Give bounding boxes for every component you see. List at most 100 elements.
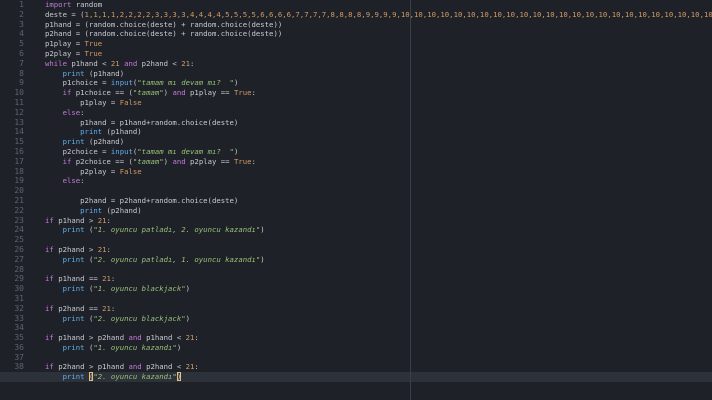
code-line[interactable]: if p1choice == ("tamam") and p1play == T… — [45, 88, 712, 98]
column-ruler — [410, 0, 411, 400]
code-line[interactable]: else: — [45, 176, 712, 186]
line-number: 13 — [14, 117, 24, 127]
code-line[interactable]: else: — [45, 108, 712, 118]
code-line[interactable]: import random — [45, 0, 712, 10]
code-token: 21 — [97, 215, 107, 225]
code-token: p1choice == ( — [71, 88, 133, 98]
line-number: 29 — [14, 274, 24, 284]
code-token: : — [106, 244, 111, 254]
line-number: 21 — [14, 195, 24, 205]
code-line[interactable]: p1hand = (random.choice(deste) + random.… — [45, 20, 712, 30]
code-line[interactable]: print (p2hand) — [45, 137, 712, 147]
line-number: 31 — [14, 293, 24, 303]
code-line[interactable]: print ("1. oyuncu patladı, 2. oyuncu kaz… — [45, 225, 712, 235]
code-token: ) — [260, 225, 265, 235]
code-line[interactable]: if p2hand == 21: — [45, 304, 712, 314]
code-token: : — [106, 215, 111, 225]
code-line[interactable]: if p1hand > 21: — [45, 216, 712, 226]
code-line[interactable]: p1play = False — [45, 98, 712, 108]
code-line[interactable]: p2hand = (random.choice(deste) + random.… — [45, 29, 712, 39]
code-line[interactable] — [45, 235, 712, 245]
line-number: 22 — [14, 205, 24, 215]
code-token: if — [45, 215, 54, 225]
code-token: p2hand < — [141, 362, 186, 372]
code-line[interactable]: print ("2. oyuncu blackjack") — [45, 314, 712, 324]
line-number: 27 — [14, 254, 24, 264]
line-number: 38 — [14, 362, 24, 372]
code-token: p1hand == — [53, 274, 103, 284]
code-token: ) — [260, 254, 265, 264]
code-line[interactable] — [45, 323, 712, 333]
code-line[interactable] — [45, 186, 712, 196]
code-line[interactable]: print ("2. oyuncu patladı, 1. oyuncu kaz… — [45, 255, 712, 265]
line-number: 9 — [19, 78, 24, 88]
line-number: 6 — [19, 48, 24, 58]
code-token: "1. oyuncu patladı, 2. oyuncu kazandı" — [93, 225, 261, 235]
code-line[interactable]: p1choice = input("tamam mı devam mı? ") — [45, 78, 712, 88]
code-token: (p1hand) — [102, 127, 142, 137]
code-line[interactable]: p1play = True — [45, 39, 712, 49]
code-line[interactable]: p2play = False — [45, 167, 712, 177]
code-line[interactable]: p1hand = p1hand+random.choice(deste) — [45, 118, 712, 128]
code-line[interactable]: if p2hand > p1hand and p2hand < 21: — [45, 362, 712, 372]
code-token: : — [110, 274, 116, 284]
code-token: random — [71, 0, 103, 9]
code-editor[interactable]: 1 2 3 4 5 6 7 8 9 10 11 12 13 14 15 16 17 18 19 20 21 22 23 24 2… — [0, 0, 712, 400]
code-line[interactable]: print (p1hand) — [45, 127, 712, 137]
code-token: if — [45, 362, 54, 372]
line-number: 10 — [14, 88, 24, 98]
line-number: 15 — [14, 137, 24, 147]
code-token: p2choice = — [45, 146, 111, 156]
line-number: 18 — [14, 166, 24, 176]
code-line[interactable]: print ("2. oyuncu kazandı") — [0, 372, 712, 383]
code-token: and — [128, 362, 142, 372]
code-token: p1choice = — [45, 78, 111, 88]
code-line[interactable]: if p1hand == 21: — [45, 274, 712, 284]
code-line[interactable]: if p2hand > 21: — [45, 245, 712, 255]
code-token: p1hand < — [141, 333, 186, 343]
code-token: ) — [233, 78, 239, 88]
code-line[interactable] — [45, 294, 712, 304]
code-token: and — [128, 333, 142, 343]
code-token: print — [62, 313, 85, 323]
line-number: 32 — [14, 303, 24, 313]
code-line[interactable]: while p1hand < 21 and p2hand < 21: — [45, 59, 712, 69]
code-line[interactable]: if p2choice == ("tamam") and p2play == T… — [45, 157, 712, 167]
code-token: False — [119, 97, 142, 107]
code-token: True — [233, 156, 252, 166]
line-number: 4 — [19, 29, 24, 39]
code-area[interactable]: import random deste = (1,1,1,1,2,2,2,2,3,… — [0, 0, 712, 400]
code-token: (p2hand) — [102, 205, 142, 215]
code-line[interactable]: print (p1hand) — [45, 69, 712, 79]
line-number: 34 — [14, 323, 24, 333]
code-token: : — [80, 107, 85, 117]
code-line[interactable]: deste = (1,1,1,1,2,2,2,2,3,3,3,3,4,4,4,4… — [45, 10, 712, 20]
code-token: "2. oyuncu blackjack" — [93, 313, 186, 323]
code-token: and — [172, 156, 186, 166]
code-line[interactable]: print (p2hand) — [45, 206, 712, 216]
code-line[interactable]: p2choice = input("tamam mı devam mı? ") — [45, 147, 712, 157]
code-token: : — [194, 362, 199, 372]
code-line[interactable]: p2hand = p2hand+random.choice(deste) — [45, 196, 712, 206]
code-line[interactable]: if p1hand > p2hand and p1hand < 21: — [45, 333, 712, 343]
code-token: p1play = — [45, 39, 85, 49]
code-token: ) — [176, 342, 182, 352]
code-token: p2hand < — [137, 58, 182, 68]
code-token: ) — [185, 284, 191, 294]
code-line[interactable]: print ("1. oyuncu blackjack") — [45, 284, 712, 294]
code-line[interactable] — [45, 353, 712, 363]
code-token: p1hand > — [53, 215, 98, 225]
line-number: 7 — [19, 58, 24, 68]
code-line[interactable]: print ("1. oyuncu kazandı") — [45, 343, 712, 353]
code-token: ) — [233, 146, 239, 156]
code-token: ) — [176, 372, 182, 382]
line-number: 24 — [14, 225, 24, 235]
code-line[interactable]: p2play = True — [45, 49, 712, 59]
code-line[interactable] — [45, 265, 712, 275]
